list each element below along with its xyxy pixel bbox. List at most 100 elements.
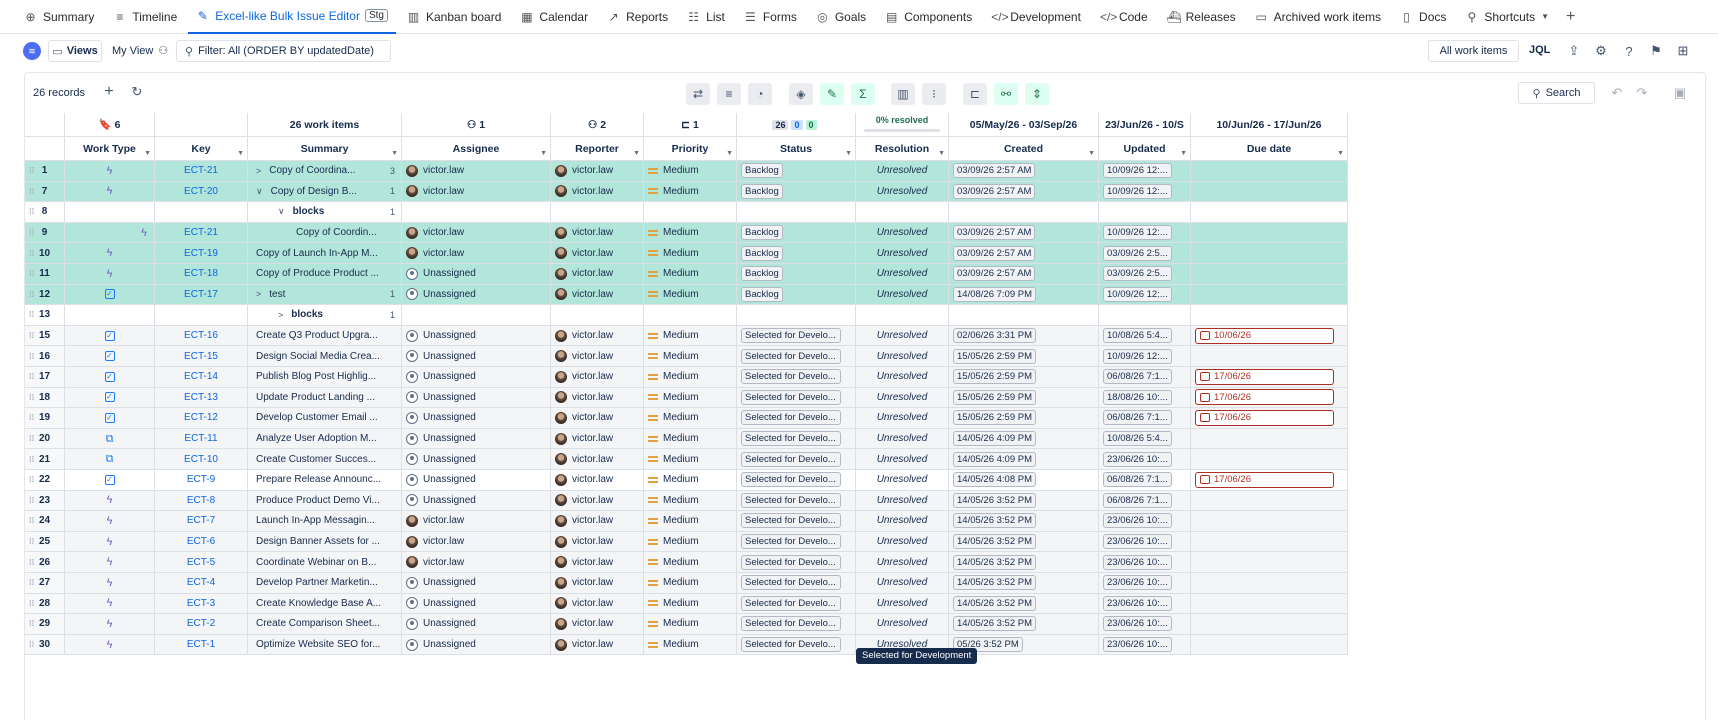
assignee-cell[interactable]: Unassigned [402, 408, 551, 428]
issue-key-link[interactable]: ECT-7 [155, 511, 248, 531]
created-cell[interactable]: 02/06/26 3:31 PM [949, 325, 1099, 346]
column-header-created[interactable]: Created ▼ [949, 137, 1099, 160]
drag-handle-icon[interactable]: ⁞⁞ [29, 599, 34, 608]
status-cell[interactable]: Backlog [737, 181, 856, 202]
updated-cell[interactable]: 10/09/26 12:... [1099, 181, 1191, 202]
priority-cell[interactable]: Medium [644, 284, 737, 305]
updated-cell[interactable]: 18/08/26 10:... [1099, 387, 1191, 408]
table-row[interactable]: ⁞⁞ 1 ϟ ECT-21 > Copy of Coordina... 3 victor.la… [25, 161, 1348, 182]
reporter-cell[interactable]: victor.law [551, 161, 644, 181]
drag-handle-icon[interactable]: ⁞⁞ [29, 269, 34, 278]
work-type-cell[interactable]: ✓ [65, 346, 155, 366]
assignee-cell[interactable]: victor.law [402, 511, 551, 531]
work-type-cell[interactable]: ϟ [65, 490, 155, 511]
table-row[interactable]: ⁞⁞ 15 ✓ ECT-16 Create Q3 Product Upgra... Una… [25, 325, 1348, 347]
resolution-cell[interactable]: Unresolved [856, 222, 949, 243]
drag-handle-icon[interactable]: ⁞⁞ [29, 393, 34, 402]
drag-handle-icon[interactable]: ⁞⁞ [29, 290, 34, 299]
assignee-cell[interactable]: Unassigned [402, 264, 551, 284]
assignee-cell[interactable]: victor.law [402, 552, 551, 572]
drag-handle-icon[interactable]: ⁞⁞ [29, 455, 34, 464]
due-date-cell[interactable] [1191, 511, 1348, 531]
assignee-cell[interactable]: Unassigned [402, 284, 551, 305]
refresh-icon[interactable]: ↻ [129, 84, 145, 100]
row-number[interactable]: ⁞⁞ 21 [25, 449, 65, 469]
resolution-cell[interactable]: Unresolved [856, 387, 949, 408]
drag-handle-icon[interactable]: ⁞⁞ [29, 413, 34, 422]
priority-cell[interactable]: Medium [644, 243, 737, 263]
column-header-resolution[interactable]: Resolution ▼ [856, 137, 949, 160]
table-row[interactable]: ⁞⁞ 23 ϟ ECT-8 Produce Product Demo Vi... Unas… [25, 490, 1348, 512]
work-type-cell[interactable]: ϟ [65, 511, 155, 531]
resolution-cell[interactable]: Unresolved [856, 490, 949, 511]
table-row[interactable]: ⁞⁞ 7 ϟ ECT-20 ∨ Copy of Design B... 1 victor.la… [25, 181, 1348, 203]
issue-key-link[interactable]: ECT-16 [155, 325, 248, 346]
assignee-cell[interactable]: Unassigned [402, 346, 551, 366]
priority-cell[interactable]: Medium [644, 367, 737, 387]
status-lozenge[interactable]: Selected for Develo... [741, 554, 841, 570]
status-lozenge[interactable]: Backlog [741, 286, 783, 302]
chevron-down-icon[interactable]: ▼ [633, 150, 640, 157]
nav-tab-goals[interactable]: ◎ Goals [808, 0, 874, 34]
ordered-list-icon[interactable]: ⁝ [922, 83, 946, 105]
nav-tab-list[interactable]: ☷ List [679, 0, 733, 34]
summary-cell[interactable]: Develop Partner Marketin... [248, 573, 402, 593]
updated-cell[interactable]: 06/08/26 7:1... [1099, 367, 1191, 387]
nav-tab-shortcuts[interactable]: ⚲ Shortcuts ▼ [1457, 0, 1557, 34]
priority-cell[interactable]: Medium [644, 161, 737, 181]
summary-cell[interactable]: Create Q3 Product Upgra... [248, 325, 402, 346]
created-cell[interactable]: 14/05/26 3:52 PM [949, 573, 1099, 593]
jql-button[interactable]: JQL [1529, 44, 1550, 56]
priority-cell[interactable]: Medium [644, 449, 737, 469]
assignee-cell[interactable]: victor.law [402, 181, 551, 202]
issue-key-link[interactable]: ECT-19 [155, 243, 248, 263]
status-cell[interactable]: Selected for Develo... [737, 346, 856, 366]
nav-tab-forms[interactable]: ☰ Forms [736, 0, 805, 34]
due-date-cell[interactable] [1191, 531, 1348, 552]
table-row[interactable]: ⁞⁞ 21 ⧉ ECT-10 Create Customer Succes... Unas… [25, 449, 1348, 470]
chevron-down-icon[interactable]: ▼ [1088, 150, 1095, 157]
chevron-right-icon[interactable]: > [278, 310, 283, 320]
summary-cell[interactable]: Copy of Coordin... [248, 222, 402, 243]
row-number[interactable]: ⁞⁞ 9 [25, 222, 65, 243]
drag-handle-icon[interactable]: ⁞⁞ [29, 558, 34, 567]
all-work-items-button[interactable]: All work items [1428, 40, 1519, 62]
due-date-cell[interactable]: 17/06/26 [1191, 470, 1348, 490]
created-cell[interactable]: 15/05/26 2:59 PM [949, 387, 1099, 408]
created-cell[interactable]: 14/05/26 3:52 PM [949, 593, 1099, 614]
row-number[interactable]: ⁞⁞ 26 [25, 552, 65, 572]
chevron-down-icon[interactable]: ▼ [726, 150, 733, 157]
created-cell[interactable]: 14/08/26 7:09 PM [949, 284, 1099, 305]
created-cell[interactable]: 15/05/26 2:59 PM [949, 408, 1099, 428]
reporter-cell[interactable]: victor.law [551, 614, 644, 634]
drag-handle-icon[interactable]: ⁞⁞ [29, 640, 34, 649]
assignee-cell[interactable]: Unassigned [402, 449, 551, 469]
row-number[interactable]: ⁞⁞ 23 [25, 490, 65, 511]
issue-key-link[interactable]: ECT-11 [155, 428, 248, 449]
drag-handle-icon[interactable]: ⁞⁞ [29, 207, 34, 216]
table-row[interactable]: ⁞⁞ 22 ✓ ECT-9 Prepare Release Announc... Unas… [25, 470, 1348, 491]
created-cell[interactable]: 14/05/26 4:08 PM [949, 470, 1099, 490]
updated-cell[interactable]: 10/08/26 5:4... [1099, 428, 1191, 449]
work-type-cell[interactable]: ✓ [65, 387, 155, 408]
priority-cell[interactable]: Medium [644, 222, 737, 243]
updated-cell[interactable]: 10/09/26 12:... [1099, 222, 1191, 243]
row-number[interactable]: ⁞⁞ 13 [25, 305, 65, 325]
status-cell[interactable]: Selected for Develo... [737, 531, 856, 552]
updated-cell[interactable]: 10/09/26 12:... [1099, 346, 1191, 366]
assignee-cell[interactable]: Unassigned [402, 634, 551, 655]
column-header-work-type[interactable]: Work Type ▼ [65, 137, 155, 160]
nav-tab-development[interactable]: </> Development [983, 0, 1089, 34]
issue-key-link[interactable]: ECT-10 [155, 449, 248, 469]
summary-cell[interactable]: Develop Customer Email ... [248, 408, 402, 428]
summary-cell[interactable]: > test 1 [248, 284, 402, 305]
issue-key-link[interactable]: ECT-21 [155, 161, 248, 181]
reporter-cell[interactable]: victor.law [551, 284, 644, 305]
priority-cell[interactable]: Medium [644, 325, 737, 346]
assignee-cell[interactable]: Unassigned [402, 593, 551, 614]
row-number[interactable]: ⁞⁞ 11 [25, 264, 65, 284]
summary-cell[interactable]: Create Customer Succes... [248, 449, 402, 469]
created-cell[interactable]: 03/09/26 2:57 AM [949, 161, 1099, 181]
work-type-cell[interactable]: ϟ [65, 593, 155, 614]
updated-cell[interactable]: 23/06/26 10:... [1099, 552, 1191, 572]
